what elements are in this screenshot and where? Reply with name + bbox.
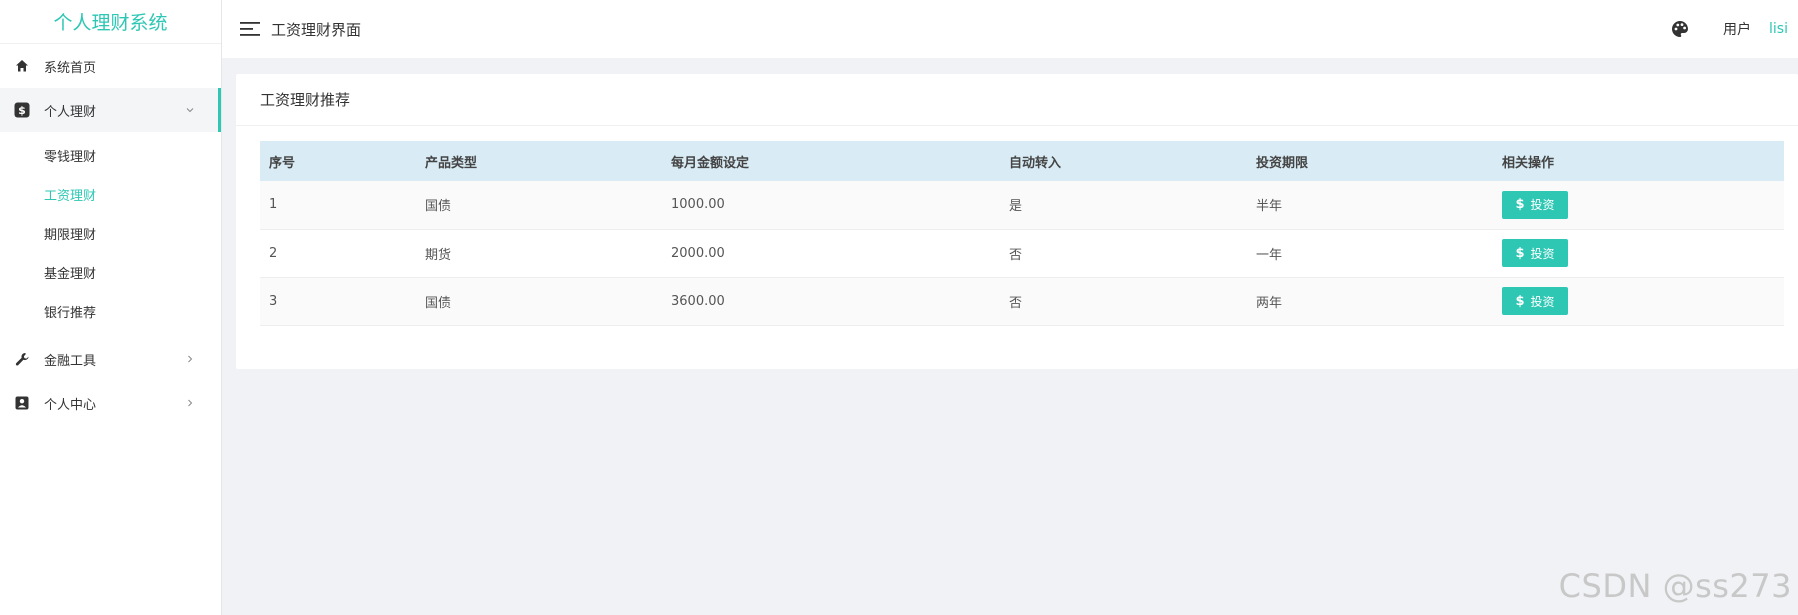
sidebar-subitem-term-finance[interactable]: 期限理财 <box>0 214 221 253</box>
page-title: 工资理财界面 <box>271 20 362 39</box>
column-header: 产品类型 <box>425 155 478 171</box>
table-row: 3 国债 3600.00 否 两年 $ 投资 <box>260 277 1784 326</box>
sidebar-item-personal-center[interactable]: 个人中心 <box>0 381 221 425</box>
cell-actions: $ 投资 <box>1493 181 1784 230</box>
cell-monthly-amount: 3600.00 <box>662 277 1000 326</box>
sidebar-subitem-fund-finance[interactable]: 基金理财 <box>0 253 221 292</box>
cell-index: 2 <box>260 229 416 278</box>
cell-auto-transfer: 否 <box>1000 277 1247 326</box>
cell-term: 一年 <box>1247 229 1493 278</box>
top-header: 工资理财界面 用户 lisi <box>222 0 1798 58</box>
column-header: 序号 <box>269 155 296 171</box>
sidebar-item-label: 金融工具 <box>44 353 97 369</box>
cell-auto-transfer: 是 <box>1000 181 1247 230</box>
app: 个人理财系统 系统首页 $ 个人理财 零钱理财 工资理财 期限理财 基金理财 银… <box>0 0 1798 615</box>
sidebar: 个人理财系统 系统首页 $ 个人理财 零钱理财 工资理财 期限理财 基金理财 银… <box>0 0 222 615</box>
svg-text:$: $ <box>18 104 26 117</box>
user-label: 用户 <box>1723 22 1752 38</box>
chevron-right-icon <box>185 354 195 364</box>
home-icon <box>14 58 30 74</box>
cell-product-type: 期货 <box>416 229 662 278</box>
invest-button-label: 投资 <box>1530 294 1555 309</box>
chevron-right-icon <box>185 398 195 408</box>
card-title: 工资理财推荐 <box>236 74 1798 126</box>
sub-menu-personal-finance: 零钱理财 工资理财 期限理财 基金理财 银行推荐 <box>0 132 221 337</box>
user-card-icon <box>14 395 30 411</box>
chevron-down-icon <box>185 105 195 115</box>
dollar-icon: $ <box>1515 245 1525 261</box>
column-header: 自动转入 <box>1009 155 1062 171</box>
sidebar-item-home[interactable]: 系统首页 <box>0 44 221 88</box>
cell-product-type: 国债 <box>416 277 662 326</box>
sidebar-item-label: 系统首页 <box>44 60 97 76</box>
dollar-icon: $ <box>1515 197 1525 213</box>
invest-button[interactable]: $ 投资 <box>1502 239 1568 267</box>
finance-table-wrapper: 序号 产品类型 每月金额设定 自动转入 投资期限 相关操作 1 国债 1000.… <box>260 141 1784 326</box>
cell-monthly-amount: 2000.00 <box>662 229 1000 278</box>
sidebar-item-label: 个人中心 <box>44 397 97 413</box>
column-header: 每月金额设定 <box>671 155 750 171</box>
cell-monthly-amount: 1000.00 <box>662 181 1000 230</box>
table-row: 1 国债 1000.00 是 半年 $ 投资 <box>260 181 1784 230</box>
cell-actions: $ 投资 <box>1493 229 1784 278</box>
sidebar-subitem-bank-recommend[interactable]: 银行推荐 <box>0 292 221 331</box>
invest-button[interactable]: $ 投资 <box>1502 287 1568 315</box>
invest-button[interactable]: $ 投资 <box>1502 190 1568 219</box>
palette-icon[interactable] <box>1671 20 1689 38</box>
invest-button-label: 投资 <box>1530 198 1555 213</box>
table-row: 2 期货 2000.00 否 一年 $ 投资 <box>260 229 1784 278</box>
user-name-link[interactable]: lisi <box>1769 21 1788 37</box>
sidebar-item-financial-tools[interactable]: 金融工具 <box>0 337 221 381</box>
brand-title: 个人理财系统 <box>0 0 221 44</box>
cell-term: 两年 <box>1247 277 1493 326</box>
cell-index: 3 <box>260 277 416 326</box>
table-header-row: 序号 产品类型 每月金额设定 自动转入 投资期限 相关操作 <box>260 141 1784 181</box>
sidebar-subitem-change-finance[interactable]: 零钱理财 <box>0 136 221 175</box>
wrench-icon <box>14 351 30 367</box>
dollar-icon: $ <box>1515 293 1525 309</box>
hamburger-menu-icon[interactable] <box>240 21 260 37</box>
cell-index: 1 <box>260 181 416 230</box>
header-right: 用户 lisi <box>1671 0 1788 58</box>
watermark: CSDN @ss273 <box>1558 567 1792 605</box>
invest-button-label: 投资 <box>1530 246 1555 261</box>
salary-finance-card: 工资理财推荐 序号 产品类型 每月金额设定 自动转入 投资期限 相关操作 1 国… <box>236 74 1798 369</box>
dollar-icon: $ <box>14 102 30 118</box>
sidebar-subitem-salary-finance[interactable]: 工资理财 <box>0 175 221 214</box>
finance-table: 序号 产品类型 每月金额设定 自动转入 投资期限 相关操作 1 国债 1000.… <box>260 141 1784 326</box>
sidebar-item-label: 个人理财 <box>44 104 97 120</box>
column-header: 相关操作 <box>1502 155 1555 171</box>
cell-auto-transfer: 否 <box>1000 229 1247 278</box>
cell-product-type: 国债 <box>416 181 662 230</box>
sidebar-item-personal-finance[interactable]: $ 个人理财 <box>0 88 221 132</box>
column-header: 投资期限 <box>1256 155 1309 171</box>
cell-actions: $ 投资 <box>1493 277 1784 326</box>
cell-term: 半年 <box>1247 181 1493 230</box>
